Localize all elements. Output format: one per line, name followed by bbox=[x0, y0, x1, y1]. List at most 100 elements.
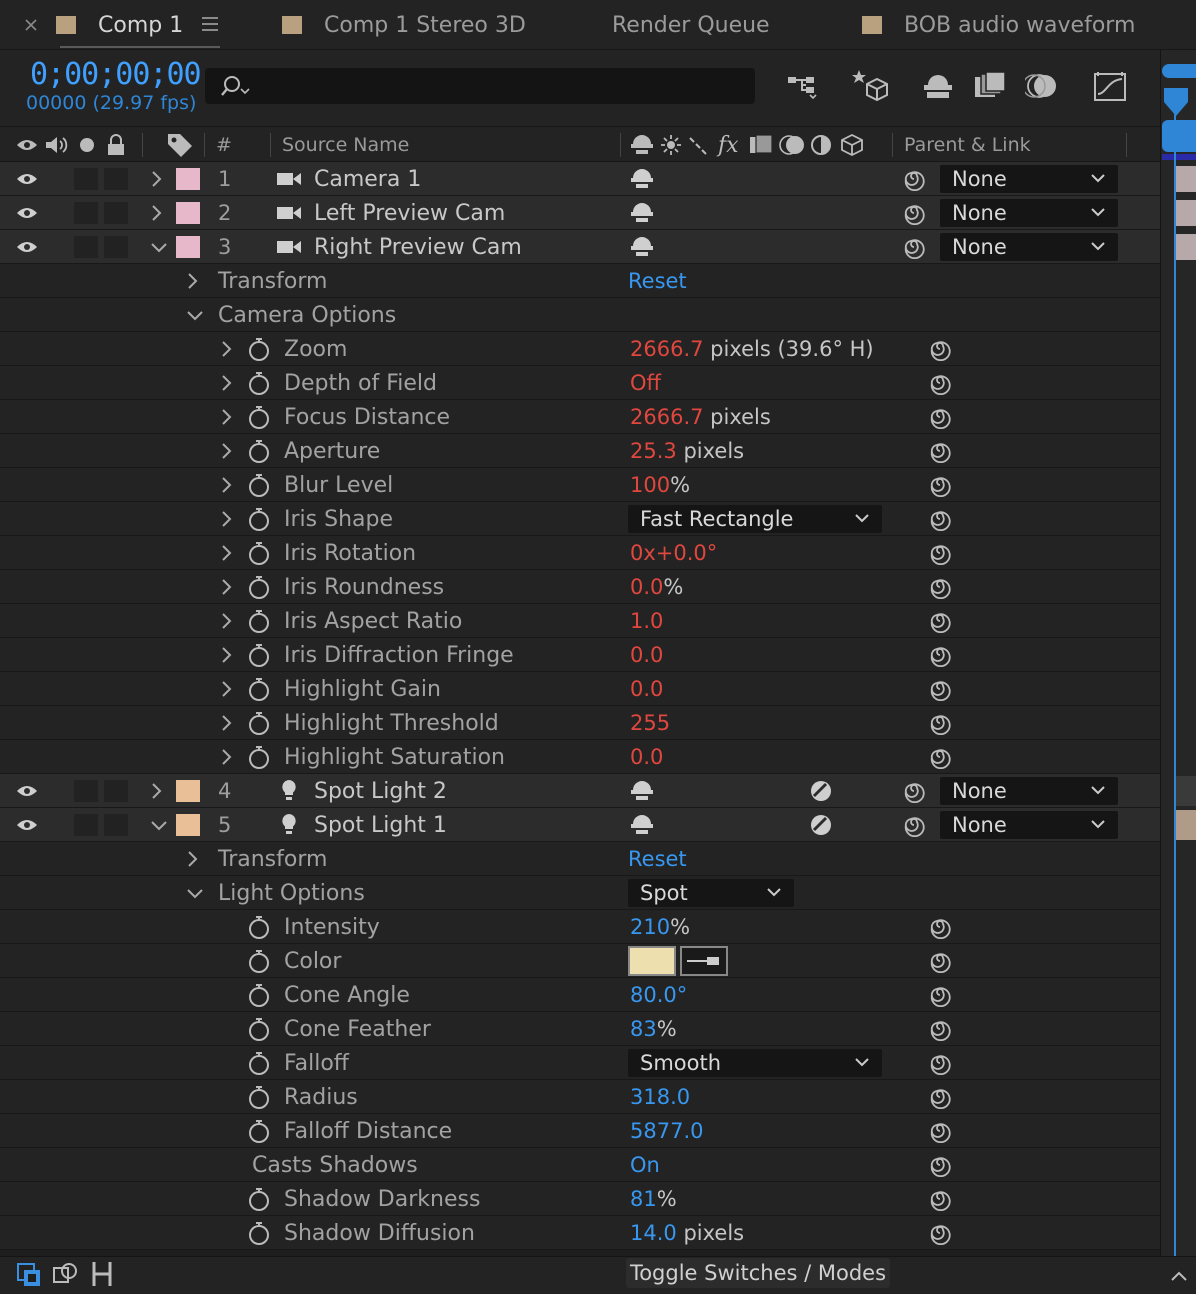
property-value[interactable]: 255 bbox=[630, 706, 670, 740]
in-out-duration-pane-icon[interactable] bbox=[90, 1260, 114, 1293]
property-value[interactable]: 210 bbox=[630, 915, 670, 939]
layer-row-1[interactable]: 1 Camera 1 None bbox=[0, 162, 1160, 196]
pick-whip-icon[interactable] bbox=[928, 400, 952, 434]
3d-layer-toggle-icon[interactable] bbox=[810, 774, 832, 808]
3d-layer-toggle-icon[interactable] bbox=[810, 808, 832, 842]
pick-whip-icon[interactable] bbox=[928, 638, 952, 672]
stopwatch-icon[interactable] bbox=[246, 740, 272, 774]
draft-3d-icon[interactable] bbox=[850, 66, 890, 106]
pick-whip-icon[interactable] bbox=[928, 434, 952, 468]
pick-whip-icon[interactable] bbox=[902, 162, 926, 196]
pick-whip-icon[interactable] bbox=[928, 1216, 952, 1250]
lock-toggle[interactable] bbox=[104, 814, 128, 836]
property-value[interactable]: 5877.0 bbox=[630, 1114, 703, 1148]
solo-column-dot-icon[interactable] bbox=[79, 127, 95, 163]
property-falloff-distance[interactable]: Falloff Distance 5877.0 bbox=[0, 1114, 1160, 1148]
label-color-swatch[interactable] bbox=[176, 202, 200, 224]
expand-chevron-right-icon[interactable] bbox=[220, 536, 232, 570]
stopwatch-icon[interactable] bbox=[246, 332, 272, 366]
solo-toggle[interactable] bbox=[74, 780, 98, 802]
property-iris-roundness[interactable]: Iris Roundness 0.0% bbox=[0, 570, 1160, 604]
property-highlight-gain[interactable]: Highlight Gain 0.0 bbox=[0, 672, 1160, 706]
shy-switch-icon[interactable] bbox=[630, 196, 654, 230]
pick-whip-icon[interactable] bbox=[928, 978, 952, 1012]
label-color-swatch[interactable] bbox=[176, 814, 200, 836]
stopwatch-icon[interactable] bbox=[246, 502, 272, 536]
visibility-eye-icon[interactable] bbox=[16, 230, 38, 264]
expand-chevron-right-icon[interactable] bbox=[150, 196, 162, 230]
layer-name[interactable]: Spot Light 2 bbox=[314, 774, 447, 808]
close-tab-icon[interactable] bbox=[24, 0, 38, 50]
expand-chevron-right-icon[interactable] bbox=[220, 604, 232, 638]
pick-whip-icon[interactable] bbox=[902, 230, 926, 264]
property-group-transform[interactable]: Transform Reset bbox=[0, 264, 1160, 298]
expand-chevron-right-icon[interactable] bbox=[220, 672, 232, 706]
motion-blur-icon[interactable] bbox=[1022, 66, 1062, 106]
stopwatch-icon[interactable] bbox=[246, 400, 272, 434]
property-radius[interactable]: Radius 318.0 bbox=[0, 1080, 1160, 1114]
stopwatch-icon[interactable] bbox=[246, 536, 272, 570]
expand-chevron-right-icon[interactable] bbox=[220, 332, 232, 366]
property-group-light-options[interactable]: Light Options Spot bbox=[0, 876, 1160, 910]
property-shadow-darkness[interactable]: Shadow Darkness 81% bbox=[0, 1182, 1160, 1216]
layer-row-5[interactable]: 5 Spot Light 1 None bbox=[0, 808, 1160, 842]
quality-switch-icon[interactable] bbox=[688, 127, 712, 163]
property-blur-level[interactable]: Blur Level 100% bbox=[0, 468, 1160, 502]
property-intensity[interactable]: Intensity 210% bbox=[0, 910, 1160, 944]
lock-column-icon[interactable] bbox=[106, 127, 126, 163]
lock-toggle[interactable] bbox=[104, 780, 128, 802]
pick-whip-icon[interactable] bbox=[902, 774, 926, 808]
visibility-eye-icon[interactable] bbox=[16, 808, 38, 842]
layer-row-4[interactable]: 4 Spot Light 2 None bbox=[0, 774, 1160, 808]
property-value[interactable]: 100 bbox=[630, 473, 670, 497]
property-value[interactable]: 81 bbox=[630, 1187, 657, 1211]
shy-layers-icon[interactable] bbox=[918, 66, 958, 106]
shy-switch-icon[interactable] bbox=[630, 230, 654, 264]
pick-whip-icon[interactable] bbox=[902, 808, 926, 842]
3d-layer-switch-cube-icon[interactable] bbox=[840, 127, 864, 163]
parent-dropdown[interactable]: None bbox=[940, 165, 1118, 193]
expand-chevron-right-icon[interactable] bbox=[220, 434, 232, 468]
pick-whip-icon[interactable] bbox=[928, 570, 952, 604]
expand-chevron-right-icon[interactable] bbox=[220, 400, 232, 434]
collapse-switch-sun-icon[interactable] bbox=[660, 127, 682, 163]
property-highlight-saturation[interactable]: Highlight Saturation 0.0 bbox=[0, 740, 1160, 774]
stopwatch-icon[interactable] bbox=[246, 638, 272, 672]
iris-shape-dropdown[interactable]: Fast Rectangle bbox=[628, 505, 882, 533]
expand-chevron-right-icon[interactable] bbox=[150, 162, 162, 196]
property-iris-shape[interactable]: Iris Shape Fast Rectangle bbox=[0, 502, 1160, 536]
lock-toggle[interactable] bbox=[104, 168, 128, 190]
pick-whip-icon[interactable] bbox=[928, 1182, 952, 1216]
adjustment-layer-switch-icon[interactable] bbox=[810, 127, 832, 163]
reset-link[interactable]: Reset bbox=[628, 264, 687, 298]
search-input[interactable] bbox=[205, 68, 755, 104]
property-focus-distance[interactable]: Focus Distance 2666.7 pixels bbox=[0, 400, 1160, 434]
parent-dropdown[interactable]: None bbox=[940, 199, 1118, 227]
collapse-chevron-down-icon[interactable] bbox=[150, 230, 168, 264]
stopwatch-icon[interactable] bbox=[246, 1216, 272, 1250]
light-type-dropdown[interactable]: Spot bbox=[628, 879, 794, 907]
parent-dropdown[interactable]: None bbox=[940, 777, 1118, 805]
expand-chevron-right-icon[interactable] bbox=[186, 842, 198, 876]
tab-render-queue[interactable]: Render Queue bbox=[612, 0, 770, 50]
layer-number-column[interactable]: # bbox=[216, 127, 232, 163]
stopwatch-icon[interactable] bbox=[246, 1182, 272, 1216]
visibility-eye-icon[interactable] bbox=[16, 196, 38, 230]
stopwatch-icon[interactable] bbox=[246, 434, 272, 468]
property-cone-angle[interactable]: Cone Angle 80.0° bbox=[0, 978, 1160, 1012]
current-time-display[interactable]: 0;00;00;00 bbox=[30, 57, 202, 92]
property-group-transform[interactable]: Transform Reset bbox=[0, 842, 1160, 876]
shy-switch-icon[interactable] bbox=[630, 808, 654, 842]
property-value[interactable]: 2666.7 bbox=[630, 337, 703, 361]
stopwatch-icon[interactable] bbox=[246, 944, 272, 978]
audio-column-speaker-icon[interactable] bbox=[44, 127, 70, 163]
property-color[interactable]: Color bbox=[0, 944, 1160, 978]
pick-whip-icon[interactable] bbox=[928, 536, 952, 570]
shy-switch-icon[interactable] bbox=[630, 774, 654, 808]
property-iris-diffraction-fringe[interactable]: Iris Diffraction Fringe 0.0 bbox=[0, 638, 1160, 672]
graph-editor-icon[interactable] bbox=[1090, 66, 1130, 106]
frame-blending-icon[interactable] bbox=[970, 66, 1010, 106]
stopwatch-icon[interactable] bbox=[246, 672, 272, 706]
layer-name[interactable]: Left Preview Cam bbox=[314, 196, 505, 230]
pick-whip-icon[interactable] bbox=[928, 1012, 952, 1046]
